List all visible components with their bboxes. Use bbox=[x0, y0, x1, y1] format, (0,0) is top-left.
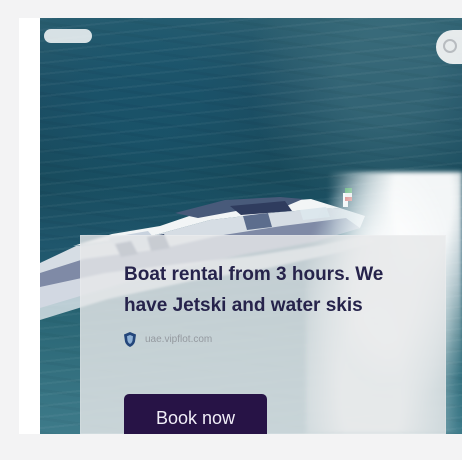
ad-headline[interactable]: Boat rental from 3 hours. We have Jetski… bbox=[124, 259, 429, 321]
ad-content-panel[interactable]: Boat rental from 3 hours. We have Jetski… bbox=[80, 235, 446, 434]
book-now-button[interactable]: Book now bbox=[124, 394, 267, 434]
ad-source[interactable]: uae.vipflot.com bbox=[124, 331, 212, 347]
shield-icon bbox=[124, 331, 136, 347]
ad-options-button[interactable] bbox=[436, 30, 462, 64]
boat-rental-ad[interactable]: Boat rental from 3 hours. We have Jetski… bbox=[19, 18, 462, 434]
card-left-edge bbox=[19, 18, 40, 434]
ad-badge bbox=[44, 29, 92, 43]
circle-icon bbox=[443, 39, 457, 53]
page: Boat rental from 3 hours. We have Jetski… bbox=[0, 0, 462, 460]
source-domain[interactable]: uae.vipflot.com bbox=[145, 334, 212, 345]
